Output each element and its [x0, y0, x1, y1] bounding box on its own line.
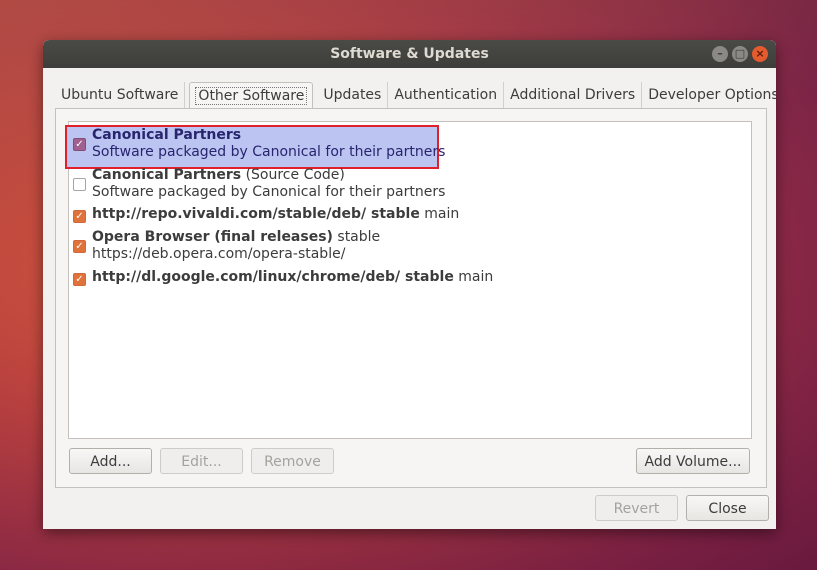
source-checkbox[interactable]: ✓ [73, 138, 86, 151]
source-name: http://dl.google.com/linux/chrome/deb/ s… [92, 269, 454, 285]
source-checkbox[interactable]: ✓ [73, 210, 86, 223]
list-item[interactable]: ✓ http://repo.vivaldi.com/stable/deb/ st… [69, 206, 751, 227]
source-name: http://repo.vivaldi.com/stable/deb/ stab… [92, 206, 420, 222]
source-suffix: main [419, 206, 460, 222]
close-button[interactable]: Close [686, 495, 769, 521]
add-volume-button[interactable]: Add Volume... [636, 448, 750, 474]
tab-other-software[interactable]: Other Software [189, 82, 314, 108]
source-title: Canonical Partners [92, 127, 241, 143]
minimize-icon[interactable]: – [712, 46, 728, 62]
source-subtitle: https://deb.opera.com/opera-stable/ [92, 246, 346, 262]
list-item[interactable]: Canonical Partners (Source Code) Softwar… [69, 167, 751, 206]
window-title: Software & Updates [330, 46, 489, 62]
source-suffix: (Source Code) [241, 167, 345, 183]
list-item[interactable]: ✓ Opera Browser (final releases) stable … [69, 229, 751, 268]
source-checkbox[interactable]: ✓ [73, 240, 86, 253]
tab-bar: Ubuntu Software Other Software Updates A… [55, 82, 776, 108]
source-title: http://repo.vivaldi.com/stable/deb/ stab… [92, 206, 459, 222]
source-title: Canonical Partners (Source Code) [92, 167, 345, 183]
software-updates-window: Software & Updates – □ × Ubuntu Software… [43, 40, 776, 529]
remove-button[interactable]: Remove [251, 448, 334, 474]
source-title: http://dl.google.com/linux/chrome/deb/ s… [92, 269, 493, 285]
sources-list[interactable]: ✓ Canonical Partners Software packaged b… [65, 121, 752, 439]
tab-authentication[interactable]: Authentication [388, 82, 505, 108]
other-software-panel: ✓ Canonical Partners Software packaged b… [55, 108, 767, 488]
source-checkbox[interactable] [73, 178, 86, 191]
tab-label: Other Software [195, 87, 308, 105]
tab-developer-options[interactable]: Developer Options [642, 82, 776, 108]
maximize-icon[interactable]: □ [732, 46, 748, 62]
tab-updates[interactable]: Updates [317, 82, 389, 108]
list-item[interactable]: ✓ http://dl.google.com/linux/chrome/deb/… [69, 269, 751, 290]
list-item[interactable]: ✓ Canonical Partners Software packaged b… [65, 125, 751, 169]
source-subtitle: Software packaged by Canonical for their… [92, 184, 446, 200]
source-name: Canonical Partners [92, 167, 242, 183]
add-button[interactable]: Add... [69, 448, 152, 474]
source-subtitle: Software packaged by Canonical for their… [92, 144, 446, 160]
source-name: Opera Browser (final releases) [92, 229, 333, 245]
revert-button[interactable]: Revert [595, 495, 678, 521]
edit-button[interactable]: Edit... [160, 448, 243, 474]
source-name: Canonical Partners [92, 127, 242, 143]
close-window-icon[interactable]: × [752, 46, 768, 62]
source-suffix: main [453, 269, 494, 285]
source-suffix: stable [332, 229, 381, 245]
tab-ubuntu-software[interactable]: Ubuntu Software [55, 82, 186, 108]
tab-additional-drivers[interactable]: Additional Drivers [504, 82, 643, 108]
source-title: Opera Browser (final releases) stable [92, 229, 380, 245]
title-bar[interactable]: Software & Updates – □ × [43, 40, 776, 68]
source-checkbox[interactable]: ✓ [73, 273, 86, 286]
